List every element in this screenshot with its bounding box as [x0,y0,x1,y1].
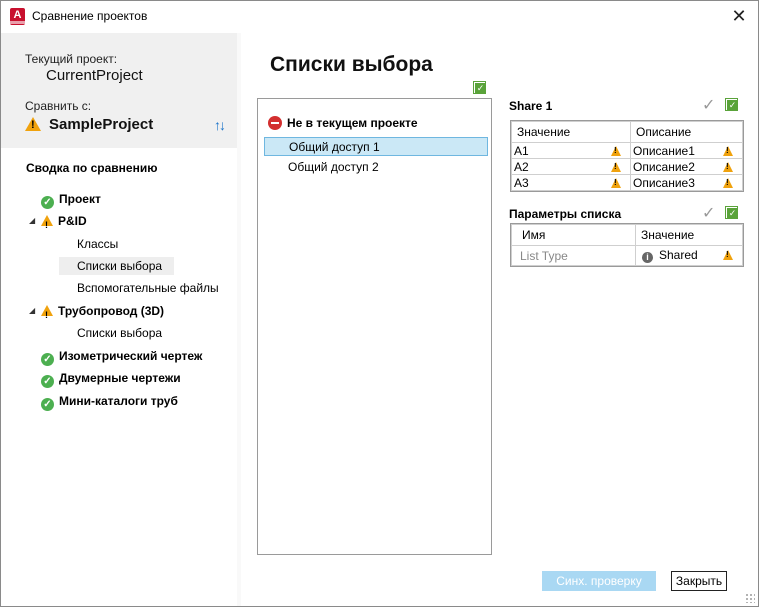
column-header-description: Описание [630,121,743,143]
close-button[interactable]: Закрыть [671,571,727,591]
list-item-share-2[interactable]: Общий доступ 2 [264,158,488,177]
window-title: Сравнение проектов [32,9,148,23]
share-section-title: Share 1 [509,99,553,113]
tree-item-label: Проект [59,192,101,206]
tree-item-pid[interactable]: P&ID [41,212,87,234]
comparison-summary-title: Сводка по сравнению [26,161,158,175]
tree-item-label: P&ID [58,214,87,228]
not-in-project-header: Не в текущем проекте [268,116,418,130]
warning-icon [723,146,733,156]
accept-all-icon[interactable]: ✓ [725,98,738,111]
tree-item-label: Трубопровод (3D) [58,304,165,318]
tree-item-project[interactable]: ✓ Проект [41,190,101,209]
list-item-share-1[interactable]: Общий доступ 1 [264,137,488,156]
ok-check-icon: ✓ [41,353,54,366]
pane-splitter[interactable] [237,33,241,606]
cell-name: List Type [520,248,568,263]
share-values-table: Значение Описание A1 Описание1 A2 Описан… [510,120,744,192]
tree-item-classes[interactable]: Классы [77,235,118,253]
no-entry-icon [268,116,282,130]
warning-icon [25,117,41,131]
compare-project-value: SampleProject [49,116,154,133]
table-row[interactable]: A1 Описание1 [511,142,743,159]
warning-icon [723,162,733,172]
info-icon: i [642,252,653,263]
list-header-label: Не в текущем проекте [287,116,418,130]
close-icon[interactable]: ✕ [728,5,750,27]
tree-item-label: Изометрический чертеж [59,349,203,363]
cell-description: Описание1 [633,143,695,158]
list-params-title: Параметры списка [509,207,622,221]
cell-description: Описание2 [633,159,695,174]
cell-value: Shared [659,248,698,262]
tree-item-pick-lists-selected[interactable]: Списки выбора [59,257,174,275]
cell-value: A1 [514,143,529,158]
tree-item-piping-3d[interactable]: Трубопровод (3D) [41,302,165,324]
swap-projects-icon[interactable]: ↑↓ [214,117,226,133]
table-row[interactable]: A2 Описание2 [511,158,743,175]
compare-projects-dialog: A Сравнение проектов ✕ Текущий проект: C… [0,0,759,607]
accept-all-icon[interactable]: ✓ [725,206,738,219]
tree-item-2d-drawings[interactable]: ✓ Двумерные чертежи [41,369,181,388]
warning-icon [723,250,733,260]
accept-check-icon[interactable]: ✓ [702,95,715,115]
collapse-arrow-icon[interactable]: ◢ [29,216,35,225]
accept-all-icon[interactable]: ✓ [473,81,486,94]
compare-with-label: Сравнить с: [25,99,92,113]
tree-item-isometric[interactable]: ✓ Изометрический чертеж [41,347,203,366]
current-project-label: Текущий проект: [25,52,118,66]
tree-item-label: Мини-каталоги труб [59,394,178,408]
tree-item-piping-pick-lists[interactable]: Списки выбора [77,324,162,342]
warning-icon [723,178,733,188]
pick-list-box: Не в текущем проекте Общий доступ 1 Общи… [257,98,492,555]
table-row[interactable]: A3 Описание3 [511,174,743,191]
warning-icon [611,162,621,172]
tree-item-label: Списки выбора [77,326,163,340]
table-row[interactable]: List Type i Shared [511,245,743,266]
ok-check-icon: ✓ [41,375,54,388]
current-project-value: CurrentProject [46,67,143,84]
warning-icon [41,305,53,324]
collapse-arrow-icon[interactable]: ◢ [29,306,35,315]
list-params-table: Имя Значение List Type i Shared [510,223,744,267]
cell-value: A2 [514,159,529,174]
cell-description: Описание3 [633,175,695,190]
tree-item-label: Классы [77,237,119,251]
warning-icon [41,215,53,234]
accept-check-icon[interactable]: ✓ [702,203,715,223]
tree-item-label: Списки выбора [77,259,163,273]
warning-icon [611,146,621,156]
tree-item-label: Двумерные чертежи [59,371,181,385]
ok-check-icon: ✓ [41,398,54,411]
ok-check-icon: ✓ [41,196,54,209]
tree-item-support-files[interactable]: Вспомогательные файлы [77,279,219,297]
resize-grip-icon[interactable] [745,593,755,603]
column-header-value: Значение [511,121,631,143]
app-logo-icon: A [10,8,25,25]
tree-item-label: Вспомогательные файлы [77,281,219,295]
warning-icon [611,178,621,188]
column-header-name: Имя [511,224,636,246]
page-title: Списки выбора [270,53,433,76]
column-header-value: Значение [635,224,743,246]
tree-item-mini-specs[interactable]: ✓ Мини-каталоги труб [41,392,178,411]
title-bar: A Сравнение проектов ✕ [1,1,758,32]
cell-value: A3 [514,175,529,190]
sync-button[interactable]: Синх. проверку [542,571,656,591]
